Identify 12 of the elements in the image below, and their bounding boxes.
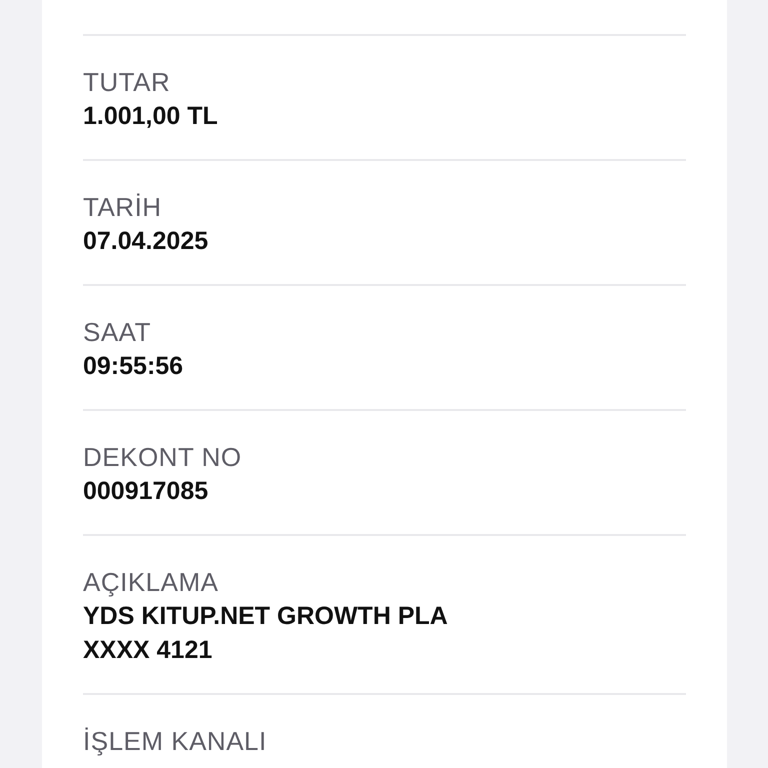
field-value: YDS KITUP.NET GROWTH PLA [83,601,449,632]
field-value: 09:55:56 [83,351,184,382]
field-value: 000917085 [83,476,210,507]
field-value: 1.001,00 TL [83,101,219,132]
field-label: SAAT [83,316,152,349]
field-label: AÇIKLAMA [83,566,220,599]
field-value: 07.04.2025 [83,226,210,257]
field-label: DEKONT NO [83,441,243,474]
field-label: İŞLEM KANALI [83,725,268,758]
field-value: XXXX 4121 [83,635,214,666]
field-label: TUTAR [83,66,172,99]
field-label: TARİH [83,191,163,224]
